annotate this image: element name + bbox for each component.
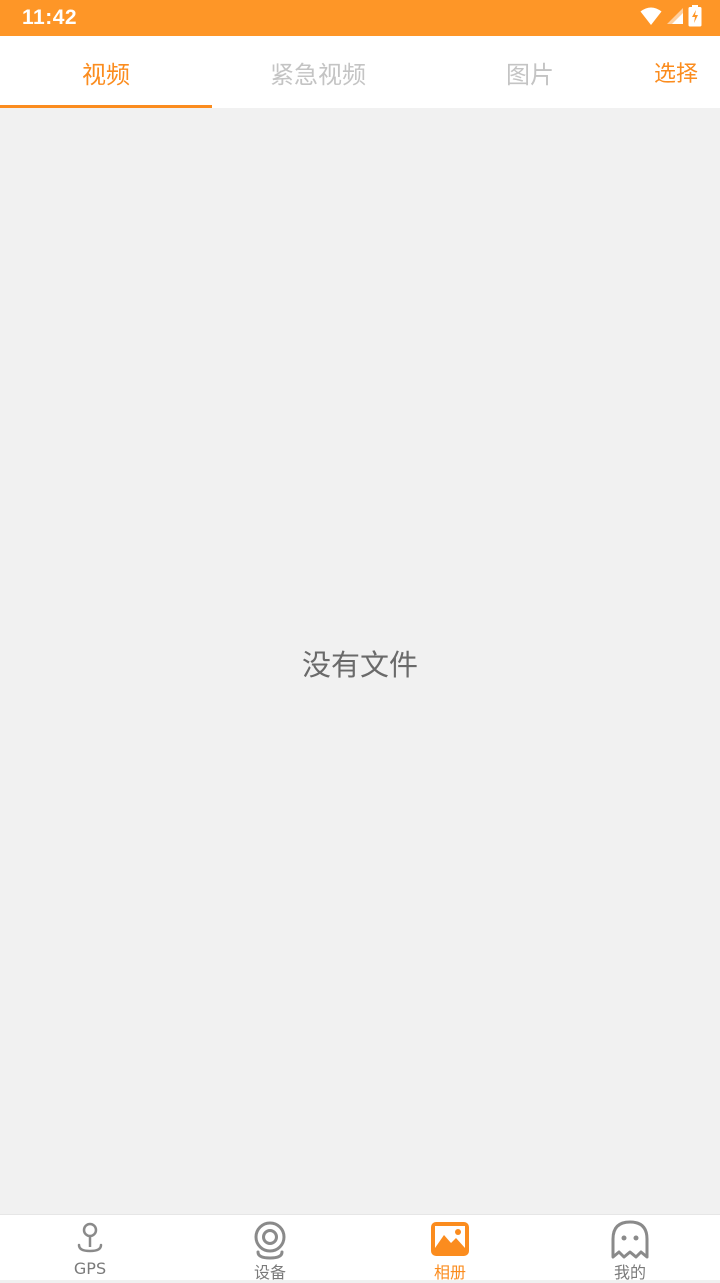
- tab-video[interactable]: 视频: [0, 36, 212, 108]
- empty-state-message: 没有文件: [301, 648, 418, 682]
- file-list-area: 没有文件: [0, 108, 720, 1214]
- tab-emergency-video[interactable]: 紧急视频: [212, 36, 424, 108]
- select-button[interactable]: 选择: [654, 36, 698, 108]
- nav-label-gps: GPS: [73, 1259, 107, 1278]
- ghost-profile-icon: [610, 1220, 650, 1264]
- cell-signal-icon: [666, 7, 684, 29]
- nav-item-album[interactable]: 相册: [360, 1215, 540, 1282]
- nav-label-album: 相册: [433, 1263, 466, 1282]
- status-bar: 11:42: [0, 0, 720, 36]
- tab-pictures-label: 图片: [506, 60, 554, 89]
- tab-pictures[interactable]: 图片: [424, 36, 636, 108]
- map-pin-icon: [70, 1220, 110, 1262]
- tab-bar: 视频 紧急视频 图片 选择: [0, 36, 720, 108]
- tab-emergency-video-label: 紧急视频: [270, 60, 366, 89]
- nav-label-device: 设备: [253, 1263, 286, 1282]
- camera-device-icon: [250, 1220, 290, 1264]
- nav-item-device[interactable]: 设备: [180, 1215, 360, 1282]
- status-time: 11:42: [22, 6, 78, 29]
- status-icons: [640, 5, 702, 31]
- nav-item-mine[interactable]: 我的: [540, 1215, 720, 1282]
- battery-charging-icon: [688, 5, 702, 31]
- photo-album-icon: [430, 1220, 470, 1264]
- wifi-icon: [640, 6, 662, 30]
- nav-label-mine: 我的: [613, 1263, 646, 1282]
- bottom-nav: GPS 设备 相册 我的: [0, 1214, 720, 1282]
- nav-item-gps[interactable]: GPS: [0, 1215, 180, 1281]
- tab-video-label: 视频: [82, 60, 130, 89]
